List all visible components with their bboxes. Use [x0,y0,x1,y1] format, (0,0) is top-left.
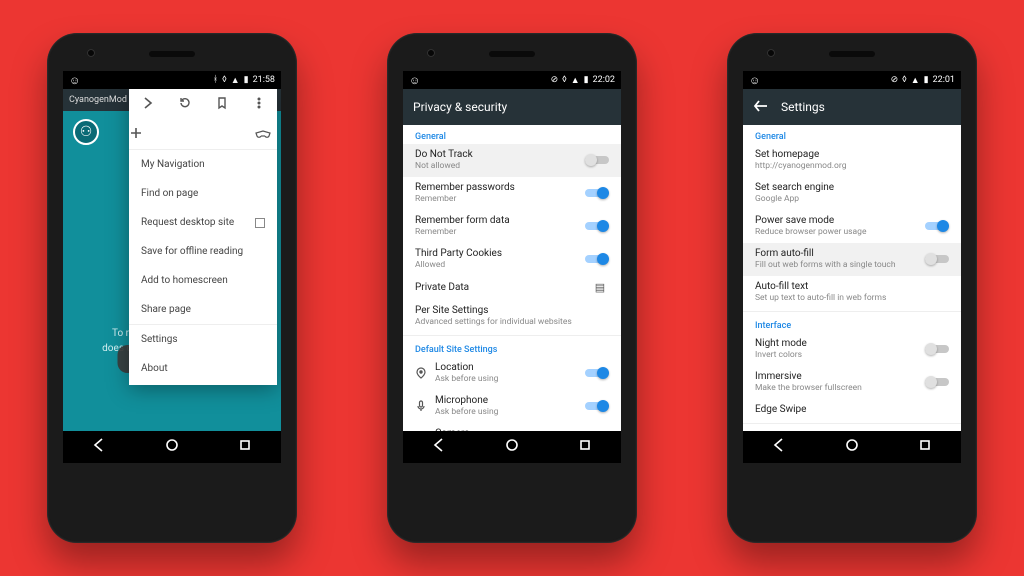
row-set-search-engine[interactable]: Set search engineGoogle App [743,177,961,210]
bookmark-icon[interactable] [215,96,229,113]
status-bar: ☺ ⊘ ◊ ▲ ▮ 22:02 [403,71,621,89]
toggle-cookies[interactable] [585,253,609,265]
settings-list[interactable]: General Set homepagehttp://cyanogenmod.o… [743,125,961,431]
refresh-icon[interactable] [178,96,192,113]
toggle-night-mode[interactable] [925,343,949,355]
no-sim-icon: ⊘ [551,75,559,85]
cyanogen-statusbar-icon: ☺ [69,74,80,87]
section-general: General [743,125,961,144]
menu-about[interactable]: About [129,354,277,383]
row-remember-form-data[interactable]: Remember form dataRemember [403,210,621,243]
menu-add-homescreen[interactable]: Add to homescreen [129,266,277,295]
no-sim-icon: ⊘ [891,75,899,85]
phone-3: ☺ ⊘ ◊ ▲ ▮ 22:01 Settings General Set hom… [727,33,977,543]
home-nav-icon[interactable] [504,437,520,457]
row-remember-passwords[interactable]: Remember passwordsRemember [403,177,621,210]
wifi-icon: ◊ [902,75,907,85]
battery-icon: ▮ [244,75,249,85]
row-autofill-text[interactable]: Auto-fill textSet up text to auto-fill i… [743,276,961,309]
battery-icon: ▮ [924,75,929,85]
signal-icon: ▲ [231,75,240,86]
row-immersive[interactable]: ImmersiveMake the browser fullscreen [743,366,961,399]
toggle-do-not-track[interactable] [585,154,609,166]
bluetooth-icon: ᚼ [213,75,218,85]
menu-my-navigation[interactable]: My Navigation [129,150,277,179]
back-nav-icon[interactable] [91,437,107,457]
site-logo-icon: ⚇ [73,119,99,145]
new-tab-icon[interactable] [129,126,143,143]
menu-find-on-page[interactable]: Find on page [129,179,277,208]
toggle-microphone[interactable] [585,400,609,412]
row-third-party-cookies[interactable]: Third Party CookiesAllowed [403,243,621,276]
screen-title: Privacy & security [413,100,507,114]
phone-2: ☺ ⊘ ◊ ▲ ▮ 22:02 Privacy & security Gener… [387,33,637,543]
menu-save-offline[interactable]: Save for offline reading [129,237,277,266]
location-icon [411,367,431,379]
row-location[interactable]: LocationAsk before using [403,357,621,390]
row-edge-swipe[interactable]: Edge Swipe [743,399,961,421]
toggle-power-save[interactable] [925,220,949,232]
clock: 21:58 [253,75,275,85]
home-nav-icon[interactable] [844,437,860,457]
app-bar: Settings [743,89,961,125]
row-camera[interactable]: CameraAsk before using [403,423,621,431]
status-bar: ☺ ⊘ ◊ ▲ ▮ 22:01 [743,71,961,89]
android-nav-bar [743,431,961,463]
row-set-homepage[interactable]: Set homepagehttp://cyanogenmod.org [743,144,961,177]
back-nav-icon[interactable] [771,437,787,457]
clock: 22:02 [593,75,615,85]
screen-title: Settings [781,100,825,114]
row-microphone[interactable]: MicrophoneAsk before using [403,390,621,423]
toggle-remember-passwords[interactable] [585,187,609,199]
recent-nav-icon[interactable] [237,437,253,457]
signal-icon: ▲ [571,75,580,86]
toggle-form-autofill[interactable] [925,253,949,265]
section-general: General [403,125,621,144]
desktop-site-checkbox[interactable] [255,218,265,228]
home-nav-icon[interactable] [164,437,180,457]
toggle-immersive[interactable] [925,376,949,388]
section-interface: Interface [743,314,961,333]
android-nav-bar [63,431,281,463]
status-bar: ☺ ᚼ ◊ ▲ ▮ 21:58 [63,71,281,89]
cyanogen-statusbar-icon: ☺ [409,74,420,87]
signal-icon: ▲ [911,75,920,86]
row-per-site-settings[interactable]: Per Site SettingsAdvanced settings for i… [403,300,621,333]
wifi-icon: ◊ [222,75,227,85]
wifi-icon: ◊ [562,75,567,85]
settings-list[interactable]: General Do Not TrackNot allowed Remember… [403,125,621,431]
recent-nav-icon[interactable] [577,437,593,457]
row-private-data[interactable]: Private Data ▤ [403,276,621,300]
recent-nav-icon[interactable] [917,437,933,457]
android-nav-bar [403,431,621,463]
row-night-mode[interactable]: Night modeInvert colors [743,333,961,366]
database-icon: ▤ [591,281,609,294]
cyanogen-statusbar-icon: ☺ [749,74,760,87]
menu-settings[interactable]: Settings [129,325,277,354]
row-form-autofill[interactable]: Form auto-fillFill out web forms with a … [743,243,961,276]
row-power-save[interactable]: Power save modeReduce browser power usag… [743,210,961,243]
menu-request-desktop[interactable]: Request desktop site [129,208,277,237]
phone-1: ☺ ᚼ ◊ ▲ ▮ 21:58 CyanogenMod | An ⚇ Intr … [47,33,297,543]
toggle-remember-form-data[interactable] [585,220,609,232]
back-nav-icon[interactable] [431,437,447,457]
section-defaults: Default Site Settings [403,338,621,357]
forward-icon[interactable] [141,96,155,113]
app-bar: Privacy & security [403,89,621,125]
menu-share-page[interactable]: Share page [129,295,277,324]
more-icon[interactable] [252,96,266,113]
back-icon[interactable] [753,98,769,117]
clock: 22:01 [933,75,955,85]
incognito-icon[interactable] [255,127,271,142]
toggle-location[interactable] [585,367,609,379]
battery-icon: ▮ [584,75,589,85]
overflow-menu: My Navigation Find on page Request deskt… [129,89,277,385]
microphone-icon [411,400,431,412]
row-do-not-track[interactable]: Do Not TrackNot allowed [403,144,621,177]
